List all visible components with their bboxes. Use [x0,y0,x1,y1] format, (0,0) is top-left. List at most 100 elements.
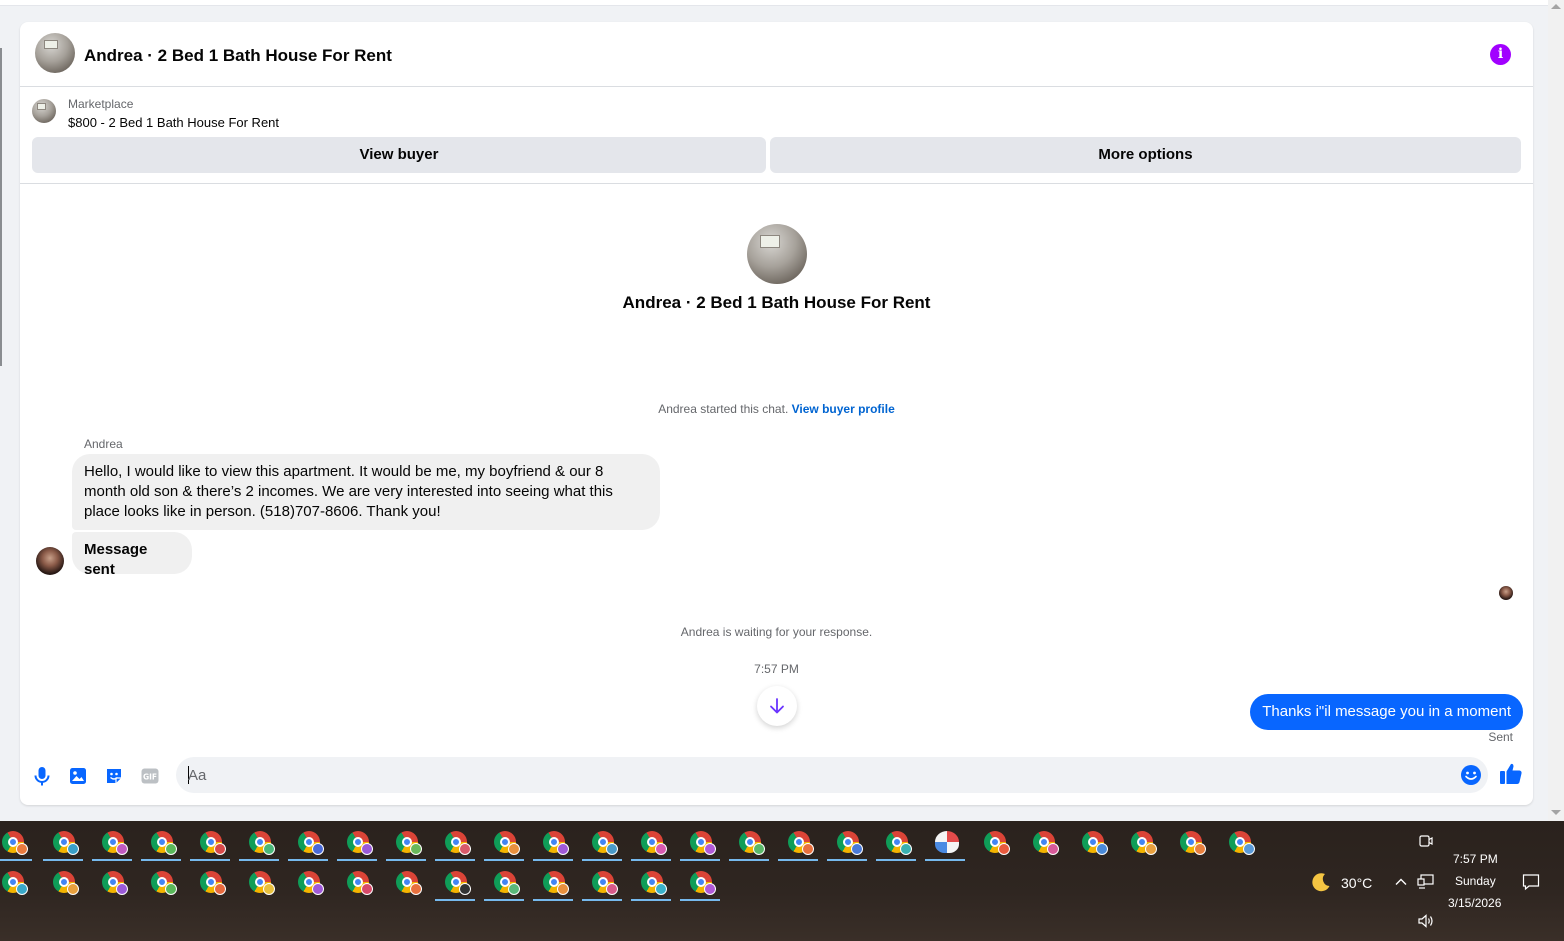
taskbar-chrome-app[interactable] [629,863,673,901]
taskbar-chrome-app[interactable] [237,823,281,861]
outgoing-message[interactable]: Thanks i"il message you in a moment [1250,694,1523,730]
clock-time[interactable]: 7:57 PM [1453,852,1498,866]
taskbar-chrome-app[interactable] [90,823,134,861]
message-input[interactable] [188,757,1448,793]
info-icon[interactable]: i [1490,44,1511,65]
taskbar-chrome-app[interactable] [384,823,428,861]
listing-thumbnail[interactable] [32,99,56,123]
svg-text:GIF: GIF [143,773,157,782]
taskbar-chrome-app[interactable] [433,823,477,861]
taskbar-chrome-app[interactable] [1119,823,1163,861]
taskbar-chrome-app[interactable] [286,823,330,861]
profile-badge-icon [312,883,324,895]
taskbar-chrome-app[interactable] [188,823,232,861]
volume-icon[interactable] [1416,913,1436,929]
view-buyer-button[interactable]: View buyer [32,137,766,173]
taskbar-chrome-app[interactable] [1070,823,1114,861]
taskbar-chrome-app[interactable] [1021,823,1065,861]
taskbar-chrome-app[interactable] [41,863,85,901]
taskbar-chrome-app[interactable] [727,823,771,861]
taskbar-chrome-app[interactable] [90,863,134,901]
profile-badge-icon [753,843,765,855]
scroll-down-arrow-icon[interactable] [1551,810,1561,815]
profile-badge-icon [410,843,422,855]
listing-price-title[interactable]: $800 - 2 Bed 1 Bath House For Rent [68,115,279,130]
listing-card: Marketplace $800 - 2 Bed 1 Bath House Fo… [20,88,1533,184]
profile-badge-icon [508,843,520,855]
taskbar-chrome-app[interactable] [482,863,526,901]
taskbar-chrome-app[interactable] [0,823,34,861]
taskbar-pinwheel-app[interactable] [923,823,967,861]
profile-badge-icon [214,843,226,855]
chat-title[interactable]: Andrea · 2 Bed 1 Bath House For Rent [84,46,392,66]
taskbar-chrome-app[interactable] [237,863,281,901]
taskbar-chrome-app[interactable] [188,863,232,901]
taskbar-chrome-app[interactable] [678,823,722,861]
message-composer[interactable] [176,757,1488,793]
profile-badge-icon [312,843,324,855]
sender-avatar[interactable] [36,547,64,575]
profile-badge-icon [263,843,275,855]
microphone-icon[interactable] [30,764,54,788]
taskbar-chrome-app[interactable] [433,863,477,901]
profile-badge-icon [459,843,471,855]
profile-badge-icon [16,843,28,855]
taskbar-chrome-app[interactable] [874,823,918,861]
taskbar-chrome-app[interactable] [531,863,575,901]
sent-status: Sent [1488,730,1513,744]
pinwheel-icon [935,831,959,853]
weather-temperature[interactable]: 30°C [1341,875,1372,891]
scroll-to-bottom-button[interactable] [757,686,797,726]
taskbar-chrome-app[interactable] [825,823,869,861]
taskbar-chrome-app[interactable] [580,863,624,901]
taskbar-chrome-app[interactable] [629,823,673,861]
arrow-down-icon [770,698,784,714]
taskbar-chrome-app[interactable] [678,863,722,901]
taskbar-chrome-app[interactable] [580,823,624,861]
more-options-button[interactable]: More options [770,137,1521,173]
seen-avatar [1499,586,1513,600]
profile-badge-icon [802,843,814,855]
listing-avatar[interactable] [35,33,75,73]
taskbar-chrome-app[interactable] [335,823,379,861]
photo-icon[interactable] [66,764,90,788]
profile-badge-icon [557,883,569,895]
gif-icon[interactable]: GIF [138,764,162,788]
taskbar-chrome-app[interactable] [384,863,428,901]
taskbar-chrome-app[interactable] [482,823,526,861]
taskbar-chrome-app[interactable] [41,823,85,861]
taskbar-chrome-app[interactable] [286,863,330,901]
scroll-up-arrow-icon[interactable] [1551,4,1561,9]
taskbar-chrome-app[interactable] [531,823,575,861]
profile-badge-icon [116,843,128,855]
sticker-icon[interactable] [102,764,126,788]
notification-center-icon[interactable] [1521,872,1541,892]
camera-meet-icon[interactable] [1418,833,1434,849]
clock-day[interactable]: Sunday [1455,874,1496,888]
taskbar-chrome-app[interactable] [0,863,34,901]
chat-panel: Andrea · 2 Bed 1 Bath House For Rent i M… [20,22,1533,805]
profile-badge-icon [459,883,471,895]
taskbar-chrome-app[interactable] [1168,823,1212,861]
taskbar-chrome-app[interactable] [139,863,183,901]
taskbar-chrome-app[interactable] [335,863,379,901]
profile-badge-icon [606,883,618,895]
profile-badge-icon [704,883,716,895]
view-buyer-profile-link[interactable]: View buyer profile [792,402,895,416]
moon-weather-icon[interactable] [1310,871,1332,893]
taskbar-chrome-app[interactable] [1217,823,1261,861]
page-scrollbar[interactable] [1548,0,1564,821]
taskbar-chrome-app[interactable] [972,823,1016,861]
chevron-up-icon[interactable] [1394,875,1408,889]
incoming-message[interactable]: Hello, I would like to view this apartme… [72,454,660,530]
message-timestamp: 7:57 PM [754,662,799,676]
incoming-message[interactable]: Message sent [72,532,192,578]
windows-taskbar: 30°C 7:57 PM Sunday 3/15/2026 [0,821,1564,941]
taskbar-chrome-app[interactable] [776,823,820,861]
taskbar-chrome-app[interactable] [139,823,183,861]
emoji-icon[interactable] [1460,764,1482,786]
thumbs-up-icon[interactable] [1498,761,1524,787]
network-icon[interactable] [1416,873,1436,891]
clock-date[interactable]: 3/15/2026 [1448,896,1501,910]
profile-badge-icon [410,883,422,895]
